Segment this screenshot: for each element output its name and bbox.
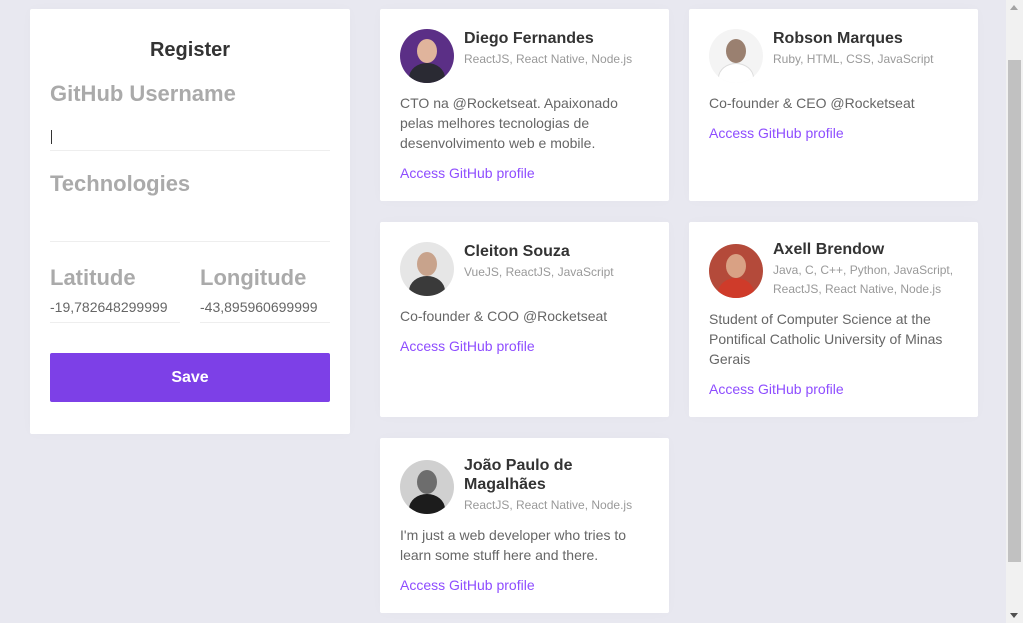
dev-techs: ReactJS, React Native, Node.js [464,498,633,512]
save-button[interactable]: Save [50,353,330,402]
scroll-down-arrow-icon[interactable] [1010,613,1018,618]
github-username-group: GitHub Username [50,81,330,151]
dev-bio: Student of Computer Science at the Ponti… [709,311,943,367]
dev-name: Robson Marques [773,30,903,47]
dev-name: João Paulo de Magalhães [464,457,573,493]
dev-card: Cleiton Souza VueJS, ReactJS, JavaScript… [380,222,669,417]
longitude-group: Longitude -43,895960699999 [200,262,330,323]
avatar [709,244,763,298]
latitude-label: Latitude [50,265,136,290]
latitude-group: Latitude -19,782648299999 [50,262,180,323]
avatar [400,460,454,514]
dev-card-header: Diego Fernandes ReactJS, React Native, N… [400,29,649,83]
dev-name: Cleiton Souza [464,243,570,260]
dev-card-header: Axell Brendow Java, C, C++, Python, Java… [709,240,958,299]
technologies-label: Technologies [50,171,191,196]
latitude-input[interactable]: -19,782648299999 [50,297,180,317]
dev-card-header: Robson Marques Ruby, HTML, CSS, JavaScri… [709,29,958,83]
longitude-input[interactable]: -43,895960699999 [200,297,330,317]
dev-card: Robson Marques Ruby, HTML, CSS, JavaScri… [689,9,978,201]
avatar [709,29,763,83]
dev-bio: CTO na @Rocketseat. Apaixonado pelas mel… [400,95,618,151]
dev-techs: Ruby, HTML, CSS, JavaScript [773,52,934,66]
github-profile-link[interactable]: Access GitHub profile [709,379,958,399]
register-title: Register [149,39,231,61]
text-caret [51,130,52,144]
dev-user-info: João Paulo de Magalhães ReactJS, React N… [464,456,649,515]
dev-techs: Java, C, C++, Python, JavaScript, ReactJ… [773,263,954,296]
longitude-label: Longitude [200,265,307,290]
dev-card: João Paulo de Magalhães ReactJS, React N… [380,438,669,613]
dev-card-header: Cleiton Souza VueJS, ReactJS, JavaScript [400,242,649,296]
register-panel: Register GitHub Username Technologies La… [30,9,350,434]
technologies-input[interactable] [50,197,330,229]
github-profile-link[interactable]: Access GitHub profile [400,575,649,595]
app-viewport: Register GitHub Username Technologies La… [0,0,1023,623]
register-form: GitHub Username Technologies Latitude -1… [50,81,330,402]
github-username-label: GitHub Username [50,81,236,106]
dev-user-info: Axell Brendow Java, C, C++, Python, Java… [773,240,958,299]
dev-user-info: Diego Fernandes ReactJS, React Native, N… [464,29,632,69]
dev-card-header: João Paulo de Magalhães ReactJS, React N… [400,456,649,515]
avatar [400,29,454,83]
dev-bio: Co-founder & COO @Rocketseat [400,308,608,324]
technologies-group: Technologies [50,171,330,242]
dev-bio: I'm just a web developer who tries to le… [400,527,627,563]
github-profile-link[interactable]: Access GitHub profile [709,123,958,143]
github-profile-link[interactable]: Access GitHub profile [400,163,649,183]
scroll-up-arrow-icon[interactable] [1010,5,1018,10]
dev-card: Diego Fernandes ReactJS, React Native, N… [380,9,669,201]
dev-card: Axell Brendow Java, C, C++, Python, Java… [689,222,978,417]
dev-name: Axell Brendow [773,241,885,258]
dev-user-info: Robson Marques Ruby, HTML, CSS, JavaScri… [773,29,934,69]
dev-techs: ReactJS, React Native, Node.js [464,52,633,66]
dev-name: Diego Fernandes [464,30,594,47]
coordinates-group: Latitude -19,782648299999 Longitude -43,… [50,262,330,323]
dev-user-info: Cleiton Souza VueJS, ReactJS, JavaScript [464,242,614,282]
avatar [400,242,454,296]
github-username-input[interactable] [50,107,330,139]
github-profile-link[interactable]: Access GitHub profile [400,336,649,356]
dev-techs: VueJS, ReactJS, JavaScript [464,265,614,279]
scroll-thumb[interactable] [1008,60,1021,562]
dev-bio: Co-founder & CEO @Rocketseat [709,95,915,111]
vertical-scrollbar[interactable] [1006,0,1023,623]
